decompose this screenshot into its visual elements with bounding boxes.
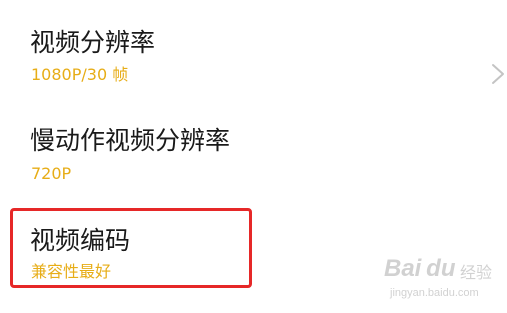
setting-value: 1080P/30 帧 bbox=[31, 65, 129, 84]
setting-value: 720P bbox=[31, 164, 72, 183]
settings-list: 视频分辨率 1080P/30 帧 慢动作视频分辨率 720P 视频编码 兼容性最… bbox=[0, 0, 507, 313]
setting-value: 兼容性最好 bbox=[31, 262, 112, 281]
chevron-right-icon bbox=[492, 64, 504, 84]
setting-item-video-encoding[interactable]: 视频编码 兼容性最好 bbox=[0, 212, 507, 304]
setting-title: 慢动作视频分辨率 bbox=[30, 126, 231, 155]
setting-item-slow-motion-resolution[interactable]: 慢动作视频分辨率 720P bbox=[0, 113, 507, 205]
setting-title: 视频分辨率 bbox=[30, 28, 156, 57]
setting-title: 视频编码 bbox=[30, 226, 131, 255]
setting-item-video-resolution[interactable]: 视频分辨率 1080P/30 帧 bbox=[0, 18, 507, 110]
